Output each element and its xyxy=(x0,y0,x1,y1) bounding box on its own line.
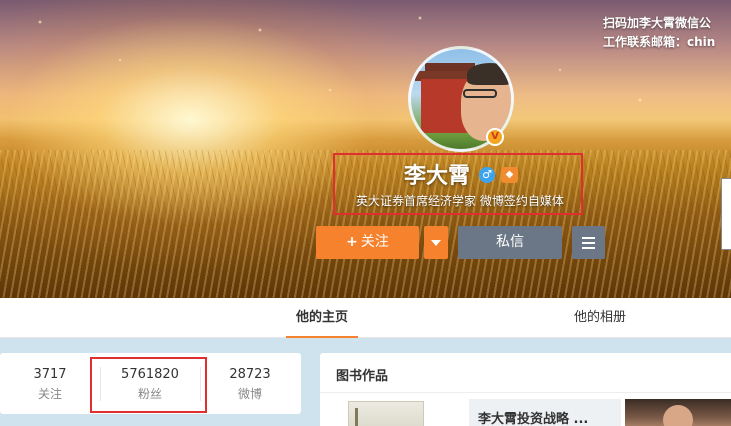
stat-posts-label: 微博 xyxy=(237,387,262,401)
avatar-hair xyxy=(467,63,511,85)
follow-button[interactable]: + 关注 xyxy=(316,226,419,259)
tab-album[interactable]: 他的相册 xyxy=(560,298,640,338)
stat-following-value: 3717 xyxy=(33,367,67,382)
vip-level-icon[interactable]: ◆ xyxy=(501,167,518,183)
more-menu-button[interactable] xyxy=(572,226,605,259)
cover-note-line-2: 工作联系邮箱：chin xyxy=(603,35,716,49)
tab-home[interactable]: 他的主页 xyxy=(286,298,358,338)
book-item[interactable]: 李大霄投资战略 ... xyxy=(469,399,621,426)
message-button[interactable]: 私信 xyxy=(458,226,562,259)
book-title: 李大霄投资战略 ... xyxy=(478,412,589,426)
menu-icon-bar xyxy=(582,242,595,244)
stat-posts[interactable]: 28723 微博 xyxy=(200,353,300,414)
profile-description: 英大证券首席经济学家 微博签约自媒体 xyxy=(356,194,564,208)
verified-badge-icon: V xyxy=(486,128,504,146)
book-cover-image[interactable] xyxy=(348,401,424,426)
profile-name: 李大霄 xyxy=(404,164,471,189)
follow-dropdown-button[interactable] xyxy=(424,226,448,259)
books-divider xyxy=(320,392,731,393)
menu-icon xyxy=(582,237,595,239)
author-head xyxy=(663,405,693,426)
books-card: 图书作品 李大霄投资战略 ... xyxy=(320,353,731,426)
male-icon: ♂ xyxy=(479,167,495,183)
plus-icon: + xyxy=(346,234,358,250)
profile-tab-bar: 他的主页 他的相册 xyxy=(0,298,731,338)
tab-home-label: 他的主页 xyxy=(295,310,348,325)
book-author-photo[interactable] xyxy=(625,399,731,426)
avatar-glasses xyxy=(463,89,497,98)
fans-highlight-box xyxy=(90,357,207,413)
tab-active-indicator xyxy=(286,336,358,338)
stat-following[interactable]: 3717 关注 xyxy=(0,353,100,414)
cover-note: 扫码加李大霄微信公 工作联系邮箱：chin xyxy=(603,14,731,52)
stat-following-label: 关注 xyxy=(37,387,62,401)
side-edge-tab[interactable] xyxy=(721,178,731,250)
cover-note-line-1: 扫码加李大霄微信公 xyxy=(603,16,712,30)
book-spine-stripe xyxy=(355,408,358,426)
chevron-down-icon xyxy=(431,240,441,246)
menu-icon-bar xyxy=(582,247,595,249)
follow-label: 关注 xyxy=(360,234,389,250)
stat-posts-value: 28723 xyxy=(229,367,271,382)
books-section-title: 图书作品 xyxy=(336,369,389,384)
